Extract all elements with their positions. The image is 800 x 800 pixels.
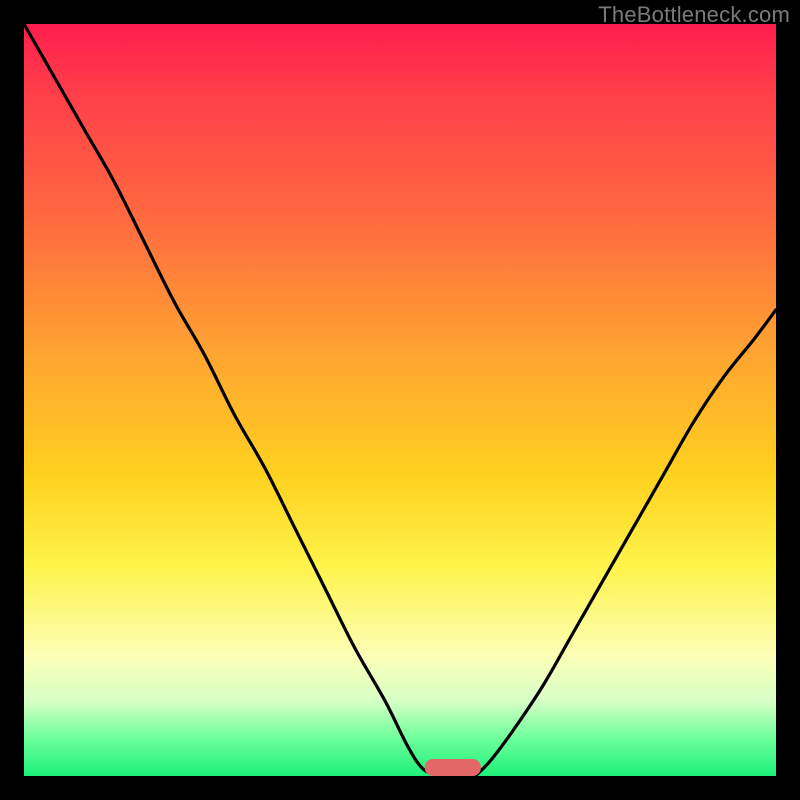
plot-area: [24, 24, 776, 776]
bottleneck-curve: [24, 24, 776, 776]
chart-frame: TheBottleneck.com: [0, 0, 800, 800]
curve-right-branch: [475, 310, 776, 776]
curve-left-branch: [24, 24, 438, 776]
optimal-range-marker: [424, 759, 480, 776]
